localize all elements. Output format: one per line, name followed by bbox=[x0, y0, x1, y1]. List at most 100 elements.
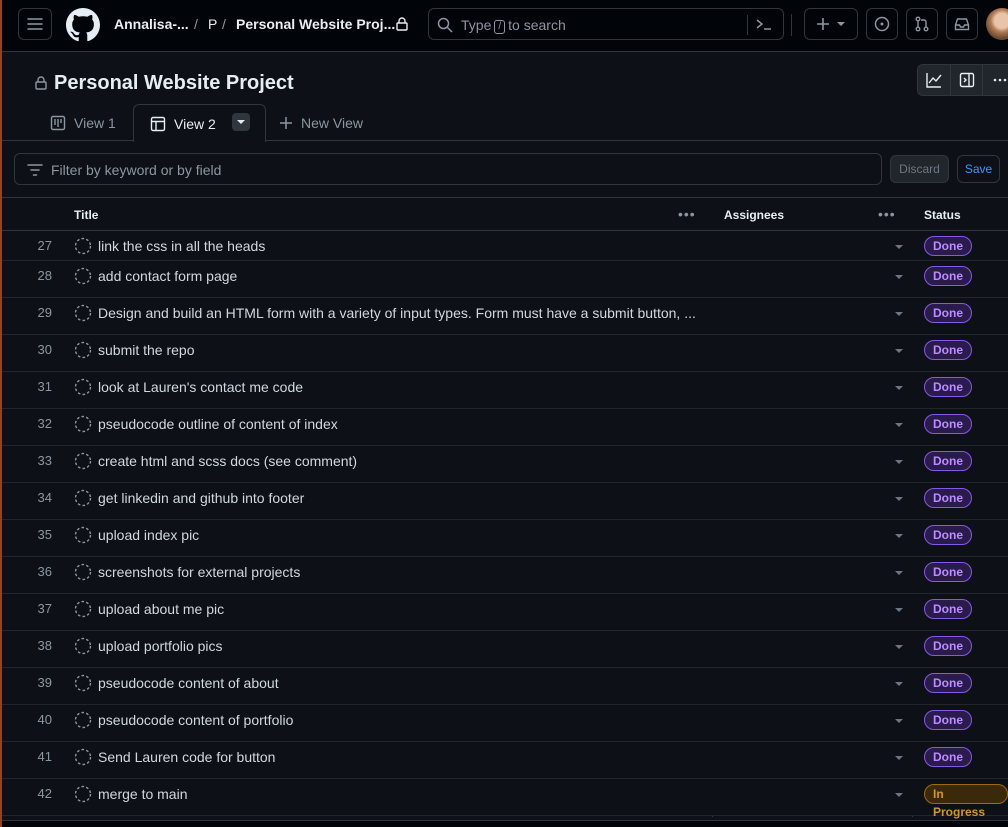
table-row[interactable]: 39 pseudocode content of about Done bbox=[2, 668, 1008, 705]
draft-issue-icon bbox=[74, 452, 92, 470]
side-panel-button[interactable] bbox=[951, 65, 984, 95]
issue-circle-icon bbox=[874, 16, 890, 32]
table-row[interactable]: 33 create html and scss docs (see comment… bbox=[2, 446, 1008, 483]
assignee-dropdown-icon[interactable] bbox=[895, 423, 903, 427]
assignee-dropdown-icon[interactable] bbox=[895, 756, 903, 760]
table-row[interactable]: 38 upload portfolio pics Done bbox=[2, 631, 1008, 668]
breadcrumb-owner[interactable]: Annalisa-... bbox=[114, 16, 189, 32]
assignee-dropdown-icon[interactable] bbox=[895, 497, 903, 501]
assignee-dropdown-icon[interactable] bbox=[895, 793, 903, 797]
insights-button[interactable] bbox=[918, 65, 951, 95]
table-row[interactable]: 29 Design and build an HTML form with a v… bbox=[2, 298, 1008, 335]
table-row[interactable]: 41 Send Lauren code for button Done bbox=[2, 742, 1008, 779]
more-options-button[interactable] bbox=[983, 65, 1008, 95]
row-title[interactable]: pseudocode content of portfolio bbox=[98, 712, 702, 728]
command-palette-icon[interactable] bbox=[755, 16, 773, 32]
row-title[interactable]: upload portfolio pics bbox=[98, 638, 702, 654]
assignee-dropdown-icon[interactable] bbox=[895, 386, 903, 390]
breadcrumb-project[interactable]: Personal Website Proj... bbox=[236, 16, 395, 32]
assignee-dropdown-icon[interactable] bbox=[895, 349, 903, 353]
status-badge[interactable]: Done bbox=[924, 599, 972, 619]
github-logo-icon[interactable] bbox=[66, 8, 100, 42]
assignee-dropdown-icon[interactable] bbox=[895, 534, 903, 538]
pull-requests-button[interactable] bbox=[906, 8, 938, 40]
column-menu-icon[interactable]: ••• bbox=[878, 206, 896, 222]
search-placeholder: Type / to search bbox=[461, 17, 566, 34]
table-row[interactable]: 32 pseudocode outline of content of index… bbox=[2, 409, 1008, 446]
table-row[interactable]: 31 look at Lauren's contact me code Done bbox=[2, 372, 1008, 409]
status-badge[interactable]: Done bbox=[924, 673, 972, 693]
board-icon bbox=[50, 115, 66, 130]
status-badge[interactable]: In Progress bbox=[924, 784, 1008, 819]
status-badge[interactable]: Done bbox=[924, 562, 972, 582]
row-title[interactable]: screenshots for external projects bbox=[98, 564, 702, 580]
row-number: 40 bbox=[37, 712, 52, 727]
status-badge[interactable]: Done bbox=[924, 340, 972, 360]
assignee-dropdown-icon[interactable] bbox=[895, 460, 903, 464]
assignee-dropdown-icon[interactable] bbox=[895, 608, 903, 612]
status-badge[interactable]: Done bbox=[924, 710, 972, 730]
new-view-button[interactable]: New View bbox=[279, 104, 363, 141]
row-title[interactable]: Send Lauren code for button bbox=[98, 749, 702, 765]
assignee-dropdown-icon[interactable] bbox=[895, 571, 903, 575]
menu-button[interactable] bbox=[18, 8, 52, 40]
status-badge[interactable]: Done bbox=[924, 236, 972, 256]
table-row[interactable]: 27 link the css in all the heads Done bbox=[2, 231, 1008, 261]
row-title[interactable]: Design and build an HTML form with a var… bbox=[98, 305, 702, 321]
column-header-status[interactable]: Status bbox=[924, 208, 961, 222]
table-row[interactable]: 30 submit the repo Done bbox=[2, 335, 1008, 372]
filter-input[interactable]: Filter by keyword or by field bbox=[14, 153, 882, 185]
status-badge[interactable]: Done bbox=[924, 636, 972, 656]
status-badge[interactable]: Done bbox=[924, 377, 972, 397]
column-header-assignees[interactable]: Assignees bbox=[724, 208, 784, 222]
assignee-dropdown-icon[interactable] bbox=[895, 275, 903, 279]
breadcrumb-repo[interactable]: P bbox=[208, 16, 217, 32]
row-title[interactable]: merge to main bbox=[98, 786, 702, 802]
discard-button[interactable]: Discard bbox=[890, 155, 949, 183]
row-title[interactable]: look at Lauren's contact me code bbox=[98, 379, 702, 395]
row-title[interactable]: upload about me pic bbox=[98, 601, 702, 617]
view-options-button[interactable] bbox=[232, 113, 250, 131]
save-button[interactable]: Save bbox=[957, 155, 1000, 183]
status-badge[interactable]: Done bbox=[924, 266, 972, 286]
status-badge[interactable]: Done bbox=[924, 303, 972, 323]
table-row[interactable]: 34 get linkedin and github into footer Don… bbox=[2, 483, 1008, 520]
table-body: 27 link the css in all the heads Done 28 add… bbox=[2, 231, 1008, 819]
assignee-dropdown-icon[interactable] bbox=[895, 719, 903, 723]
row-title[interactable]: link the css in all the heads bbox=[98, 238, 702, 254]
create-new-button[interactable] bbox=[804, 8, 858, 40]
row-number: 39 bbox=[37, 675, 52, 690]
inbox-button[interactable] bbox=[946, 8, 978, 40]
row-title[interactable]: add contact form page bbox=[98, 268, 702, 284]
tab-view-1[interactable]: View 1 bbox=[50, 104, 116, 141]
table-row[interactable]: 40 pseudocode content of portfolio Done bbox=[2, 705, 1008, 742]
assignee-dropdown-icon[interactable] bbox=[895, 645, 903, 649]
column-header-title[interactable]: Title bbox=[74, 208, 98, 222]
status-badge[interactable]: Done bbox=[924, 414, 972, 434]
row-number: 29 bbox=[37, 305, 52, 320]
table-row[interactable]: 37 upload about me pic Done bbox=[2, 594, 1008, 631]
row-title[interactable]: get linkedin and github into footer bbox=[98, 490, 702, 506]
assignee-dropdown-icon[interactable] bbox=[895, 682, 903, 686]
draft-issue-icon bbox=[74, 748, 92, 766]
row-title[interactable]: pseudocode outline of content of index bbox=[98, 416, 702, 432]
tab-view-2[interactable]: View 2 bbox=[133, 104, 266, 142]
table-row[interactable]: 42 merge to main In Progress bbox=[2, 779, 1008, 819]
table-row[interactable]: 28 add contact form page Done bbox=[2, 261, 1008, 298]
issues-button[interactable] bbox=[866, 8, 898, 40]
assignee-dropdown-icon[interactable] bbox=[895, 245, 903, 249]
row-title[interactable]: pseudocode content of about bbox=[98, 675, 702, 691]
status-badge[interactable]: Done bbox=[924, 747, 972, 767]
search-input[interactable]: Type / to search bbox=[428, 8, 784, 40]
assignee-dropdown-icon[interactable] bbox=[895, 312, 903, 316]
user-avatar[interactable] bbox=[986, 8, 1008, 40]
row-title[interactable]: submit the repo bbox=[98, 342, 702, 358]
status-badge[interactable]: Done bbox=[924, 525, 972, 545]
column-menu-icon[interactable]: ••• bbox=[678, 206, 696, 222]
status-badge[interactable]: Done bbox=[924, 451, 972, 471]
table-row[interactable]: 36 screenshots for external projects Done bbox=[2, 557, 1008, 594]
row-title[interactable]: create html and scss docs (see comment) bbox=[98, 453, 702, 469]
row-title[interactable]: upload index pic bbox=[98, 527, 702, 543]
table-row[interactable]: 35 upload index pic Done bbox=[2, 520, 1008, 557]
status-badge[interactable]: Done bbox=[924, 488, 972, 508]
